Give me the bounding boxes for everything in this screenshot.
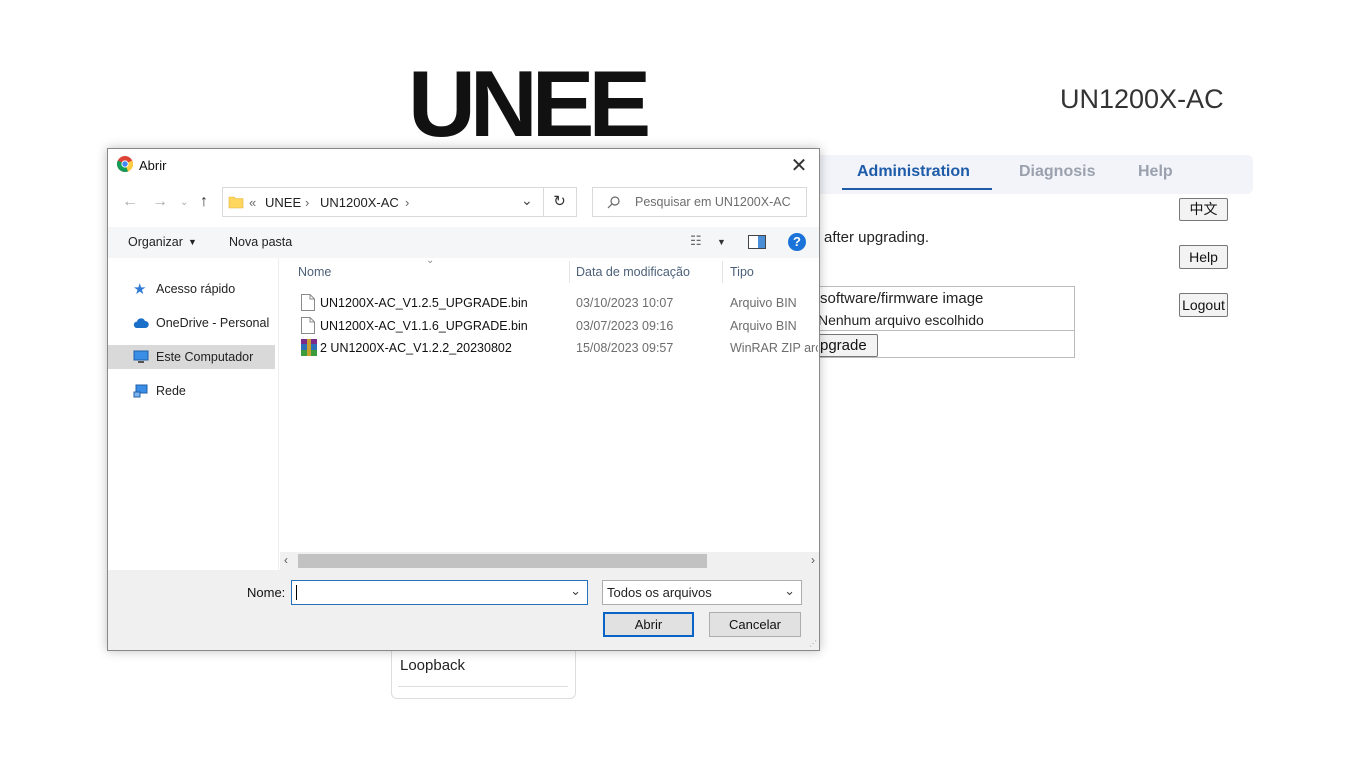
column-separator xyxy=(722,261,723,283)
nav-label: OneDrive - Personal xyxy=(156,316,270,330)
column-header-date[interactable]: Data de modificação xyxy=(576,265,690,279)
sidebar-item-loopback[interactable]: Loopback xyxy=(400,657,465,674)
file-row[interactable]: 2 UN1200X-AC_V1.2.2_20230802 15/08/2023 … xyxy=(298,337,819,359)
file-type-value: Todos os arquivos xyxy=(607,585,712,600)
view-options-icon[interactable]: ☷ xyxy=(690,233,702,249)
firmware-label: software/firmware image xyxy=(820,290,984,307)
file-name: 2 UN1200X-AC_V1.2.2_20230802 xyxy=(320,341,512,355)
new-folder-button[interactable]: Nova pasta xyxy=(229,235,292,249)
file-icon xyxy=(301,294,315,311)
forward-icon[interactable]: → xyxy=(152,193,168,211)
nav-network[interactable]: Rede xyxy=(108,379,275,403)
organize-dropdown-icon[interactable]: ▼ xyxy=(188,237,197,247)
nav-label: Este Computador xyxy=(156,350,254,364)
file-date: 03/07/2023 09:16 xyxy=(576,319,674,333)
file-type-select[interactable]: Todos os arquivos ⌄ xyxy=(602,580,802,605)
organize-button[interactable]: Organizar xyxy=(128,235,183,249)
back-icon[interactable]: ← xyxy=(122,193,138,211)
no-file-text: Nenhum arquivo escolhido xyxy=(818,312,984,328)
tab-help[interactable]: Help xyxy=(1138,163,1173,181)
file-name-label: Nome: xyxy=(247,585,286,600)
file-name: UN1200X-AC_V1.1.6_UPGRADE.bin xyxy=(320,319,528,333)
navigation-pane: ★ Acesso rápido OneDrive - Personal Este… xyxy=(108,258,279,570)
overflow-chevron-icon[interactable]: « xyxy=(249,195,256,210)
up-folder-icon[interactable]: ↑ xyxy=(200,193,208,211)
nav-label: Acesso rápido xyxy=(156,282,236,296)
column-header-name[interactable]: Nome xyxy=(298,265,331,279)
firmware-form: software/firmware image Nenhum arquivo e… xyxy=(812,286,1075,358)
dialog-footer: Nome: ⌄ Todos os arquivos ⌄ Abrir Cancel… xyxy=(108,570,819,650)
preview-pane-icon[interactable] xyxy=(748,235,766,249)
language-button[interactable]: 中文 xyxy=(1179,198,1228,221)
cancel-button[interactable]: Cancelar xyxy=(709,612,801,637)
file-name: UN1200X-AC_V1.2.5_UPGRADE.bin xyxy=(320,296,528,310)
menu-divider xyxy=(398,686,568,687)
star-icon: ★ xyxy=(133,281,147,298)
recent-dropdown-icon[interactable]: ⌄ xyxy=(180,197,188,208)
chevron-down-icon: ⌄ xyxy=(784,583,795,598)
nav-this-pc[interactable]: Este Computador xyxy=(108,345,275,369)
nav-quick-access[interactable]: ★ Acesso rápido xyxy=(108,277,275,301)
view-dropdown-icon[interactable]: ▼ xyxy=(717,237,726,247)
upgrade-button[interactable]: pgrade xyxy=(812,334,878,357)
upgrade-note: after upgrading. xyxy=(824,229,930,246)
address-dropdown-icon[interactable]: ⌄ xyxy=(521,192,533,209)
dialog-title: Abrir xyxy=(139,158,167,173)
file-row[interactable]: UN1200X-AC_V1.2.5_UPGRADE.bin 03/10/2023… xyxy=(298,292,819,314)
network-icon xyxy=(133,384,148,398)
breadcrumb-sep-icon: › xyxy=(405,195,410,210)
text-caret xyxy=(296,585,297,600)
breadcrumb-unee[interactable]: UNEE xyxy=(265,195,301,210)
winrar-icon xyxy=(301,339,317,356)
address-bar[interactable]: « UNEE › UN1200X-AC › ⌄ xyxy=(222,187,544,217)
tab-administration[interactable]: Administration xyxy=(857,163,970,181)
file-icon xyxy=(301,317,315,334)
search-input[interactable]: Pesquisar em UN1200X-AC xyxy=(592,187,807,217)
computer-icon xyxy=(133,350,149,363)
nav-label: Rede xyxy=(156,384,186,398)
column-header-type[interactable]: Tipo xyxy=(730,265,754,279)
breadcrumb-un1200x-ac[interactable]: UN1200X-AC xyxy=(320,195,399,210)
file-row[interactable]: UN1200X-AC_V1.1.6_UPGRADE.bin 03/07/2023… xyxy=(298,315,819,337)
resize-grip-icon[interactable]: ⋰ xyxy=(809,639,817,648)
model-name: UN1200X-AC xyxy=(1060,84,1224,114)
dialog-toolbar: Organizar ▼ Nova pasta ☷ ▼ ? xyxy=(108,227,819,258)
form-divider xyxy=(812,330,1074,331)
logo-text: UNEE xyxy=(408,66,648,140)
tab-underline xyxy=(842,188,992,190)
scroll-left-icon[interactable]: ‹ xyxy=(284,553,288,567)
help-icon[interactable]: ? xyxy=(788,233,806,251)
file-type: WinRAR ZIP arc xyxy=(730,341,818,355)
breadcrumb-sep-icon: › xyxy=(305,195,310,210)
nav-onedrive[interactable]: OneDrive - Personal xyxy=(108,311,275,335)
horizontal-scrollbar[interactable]: ‹ › xyxy=(280,552,819,570)
search-placeholder: Pesquisar em UN1200X-AC xyxy=(635,195,791,209)
search-icon xyxy=(607,196,620,209)
tab-diagnosis[interactable]: Diagnosis xyxy=(1019,163,1095,181)
file-type: Arquivo BIN xyxy=(730,319,797,333)
refresh-icon[interactable]: ↻ xyxy=(543,187,577,217)
top-nav: Administration Diagnosis Help xyxy=(820,155,1253,194)
scroll-right-icon[interactable]: › xyxy=(811,553,815,567)
help-button[interactable]: Help xyxy=(1179,245,1228,269)
column-separator xyxy=(569,261,570,283)
sort-indicator-icon: ⌄ xyxy=(426,255,435,266)
cloud-icon xyxy=(133,318,149,328)
open-button[interactable]: Abrir xyxy=(603,612,694,637)
open-file-dialog: Abrir ✕ ← → ⌄ ↑ « UNEE › UN1200X-AC › ⌄ … xyxy=(107,148,820,651)
file-date: 03/10/2023 10:07 xyxy=(576,296,674,310)
chevron-down-icon[interactable]: ⌄ xyxy=(570,583,581,599)
folder-icon xyxy=(228,196,244,209)
sidebar-menu-panel: Loopback xyxy=(391,650,576,699)
close-icon[interactable]: ✕ xyxy=(787,153,811,178)
file-date: 15/08/2023 09:57 xyxy=(576,341,674,355)
logout-button[interactable]: Logout xyxy=(1179,293,1228,317)
file-name-input[interactable]: ⌄ xyxy=(291,580,588,605)
scrollbar-thumb[interactable] xyxy=(298,554,707,568)
unee-logo: UNEE xyxy=(408,51,696,156)
chrome-icon xyxy=(117,156,133,172)
file-type: Arquivo BIN xyxy=(730,296,797,310)
